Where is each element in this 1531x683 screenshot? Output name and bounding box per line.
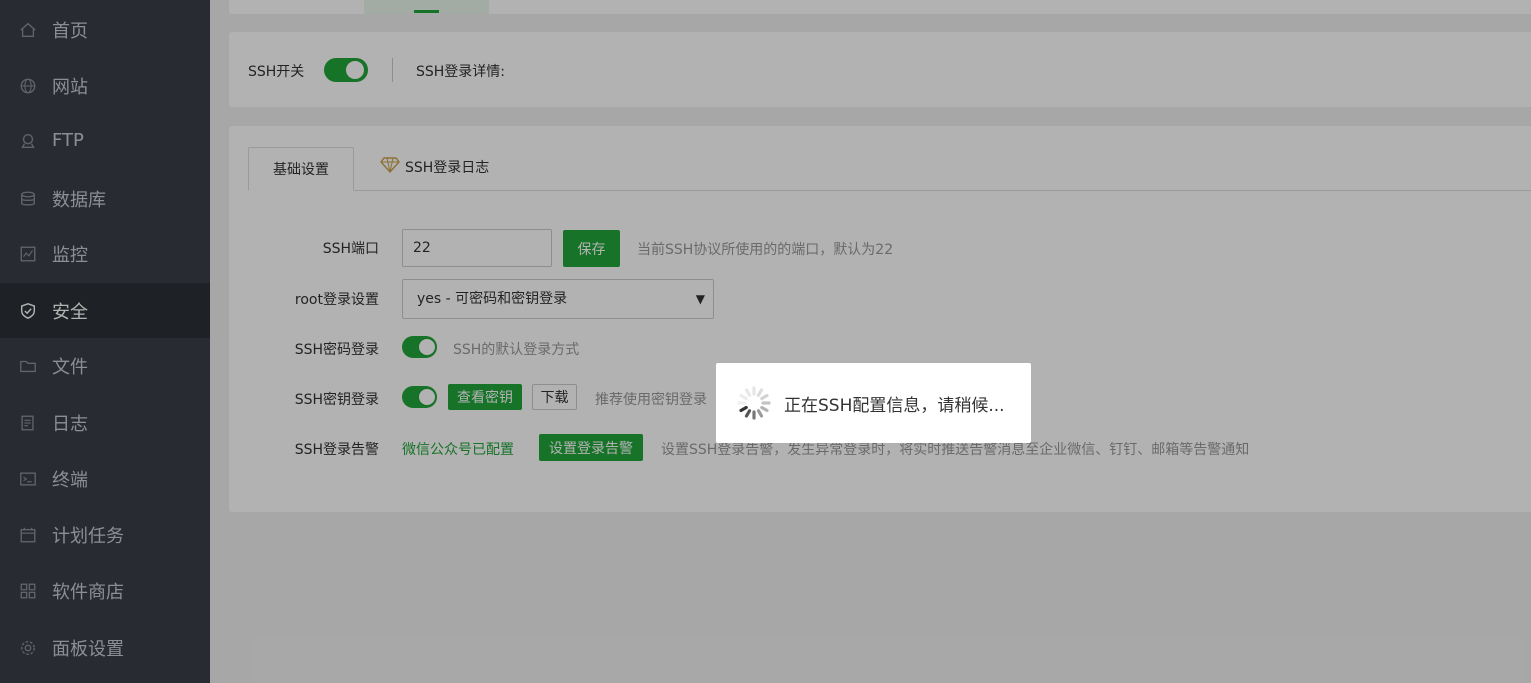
modal-overlay — [0, 0, 1531, 683]
spinner-icon — [734, 383, 774, 423]
loading-dialog: 正在SSH配置信息，请稍候... — [716, 363, 1031, 443]
loading-message: 正在SSH配置信息，请稍候... — [784, 395, 1005, 416]
